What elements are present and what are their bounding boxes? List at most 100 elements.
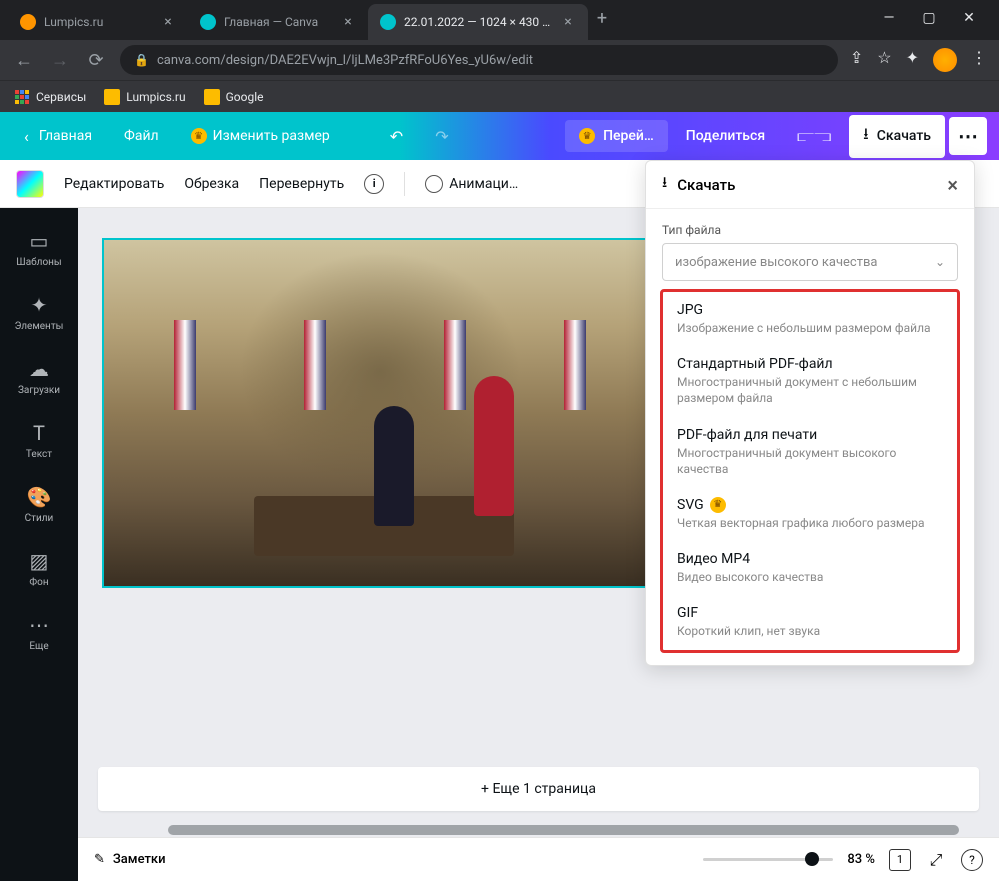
crown-icon: ♛: [579, 128, 595, 144]
url-text: canva.com/design/DAE2EVwjn_l/ljLMe3PzfRF…: [157, 53, 533, 68]
file-label: Файл: [124, 128, 159, 144]
color-swatch[interactable]: [16, 170, 44, 198]
insights-button[interactable]: ⫍⫎: [783, 118, 845, 154]
download-icon: ⭳: [863, 123, 869, 150]
sidebar-item-uploads[interactable]: ☁Загрузки: [0, 344, 78, 408]
browser-tab[interactable]: Главная — Canva ×: [188, 4, 368, 40]
forward-button[interactable]: →: [48, 48, 72, 72]
canvas-image-content: [104, 240, 656, 586]
address-bar[interactable]: 🔒 canva.com/design/DAE2EVwjn_l/ljLMe3Pzf…: [120, 45, 838, 75]
slider-thumb[interactable]: [805, 852, 819, 866]
edit-image-button[interactable]: Редактировать: [64, 176, 164, 192]
share-label: Поделиться: [686, 128, 765, 144]
page-grid-button[interactable]: 1: [889, 849, 911, 871]
sidebar-item-templates[interactable]: ▭Шаблоны: [0, 216, 78, 280]
animate-icon: [425, 175, 443, 193]
undo-icon: ↶: [390, 127, 403, 146]
zoom-slider[interactable]: [703, 858, 833, 861]
help-button[interactable]: ?: [961, 849, 983, 871]
extensions-icon[interactable]: ✦: [906, 48, 919, 72]
tab-favicon: [20, 14, 36, 30]
templates-icon: ▭: [30, 229, 49, 253]
file-type-option[interactable]: GIF Короткий клип, нет звука: [663, 595, 957, 649]
profile-avatar[interactable]: [933, 48, 957, 72]
sidebar-item-text[interactable]: TТекст: [0, 408, 78, 472]
reload-button[interactable]: ⟳: [84, 48, 108, 72]
home-button[interactable]: ‹ Главная: [12, 119, 104, 154]
close-icon[interactable]: ×: [340, 14, 356, 30]
tab-title: 22.01.2022 — 1024 × 430 пикс: [404, 15, 552, 29]
share-button[interactable]: Поделиться: [672, 120, 779, 152]
bookmark-label: Сервисы: [36, 90, 86, 104]
chevron-down-icon: ⌄: [935, 255, 945, 269]
share-icon[interactable]: ⇪: [850, 48, 863, 72]
editor-footer: ✎ Заметки 83 % 1 ⤢ ?: [78, 837, 999, 881]
file-type-option[interactable]: Видео MP4 Видео высокого качества: [663, 541, 957, 595]
palette-icon: 🎨: [27, 485, 52, 509]
upgrade-button[interactable]: ♛ Перей…: [565, 120, 668, 152]
resize-button[interactable]: ♛ Изменить размер: [179, 120, 342, 152]
sidebar-item-background[interactable]: ▨Фон: [0, 536, 78, 600]
file-type-option[interactable]: Стандартный PDF-файл Многостраничный док…: [663, 346, 957, 416]
info-icon[interactable]: i: [364, 174, 384, 194]
bookmark-apps[interactable]: Сервисы: [14, 89, 86, 105]
close-icon[interactable]: ×: [560, 14, 576, 30]
tab-title: Lumpics.ru: [44, 15, 152, 29]
flip-button[interactable]: Перевернуть: [259, 176, 344, 192]
browser-tab[interactable]: Lumpics.ru ×: [8, 4, 188, 40]
file-menu[interactable]: Файл: [112, 120, 171, 152]
file-type-option[interactable]: SVG ♛ Четкая векторная графика любого ра…: [663, 487, 957, 541]
fullscreen-button[interactable]: ⤢: [925, 849, 947, 871]
redo-button[interactable]: ↷: [423, 119, 460, 154]
close-window-button[interactable]: ✕: [955, 4, 983, 32]
notes-button[interactable]: ✎ Заметки: [94, 852, 166, 867]
titlebar: Lumpics.ru × Главная — Canva × 22.01.202…: [0, 0, 999, 40]
folder-icon: [204, 89, 220, 105]
sidebar-item-more[interactable]: ⋯Еще: [0, 600, 78, 664]
app-header: ‹ Главная Файл ♛ Изменить размер ↶ ↷ ♛ П…: [0, 112, 999, 160]
download-icon: ⭳: [662, 172, 667, 197]
crop-button[interactable]: Обрезка: [184, 176, 239, 192]
side-panel: ▭Шаблоны ✦Элементы ☁Загрузки TТекст 🎨Сти…: [0, 208, 78, 881]
minimize-button[interactable]: —: [875, 4, 903, 32]
back-button[interactable]: ←: [12, 48, 36, 72]
add-page-button[interactable]: + Еще 1 страница: [98, 767, 979, 811]
sidebar-item-styles[interactable]: 🎨Стили: [0, 472, 78, 536]
animate-button[interactable]: Анимаци…: [425, 175, 518, 193]
home-label: Главная: [39, 128, 92, 144]
file-type-option[interactable]: PDF-файл для печати Многостраничный доку…: [663, 417, 957, 487]
zoom-value: 83 %: [847, 852, 875, 867]
sidebar-item-elements[interactable]: ✦Элементы: [0, 280, 78, 344]
close-panel-button[interactable]: ×: [947, 173, 958, 197]
bookmark-icon[interactable]: ☆: [877, 48, 891, 72]
more-button[interactable]: ⋯: [949, 117, 987, 155]
lock-icon: 🔒: [134, 53, 149, 67]
upgrade-label: Перей…: [603, 128, 654, 144]
folder-icon: [104, 89, 120, 105]
bookmarks-bar: Сервисы Lumpics.ru Google: [0, 80, 999, 112]
tab-strip: Lumpics.ru × Главная — Canva × 22.01.202…: [8, 4, 867, 40]
browser-tab-active[interactable]: 22.01.2022 — 1024 × 430 пикс ×: [368, 4, 588, 40]
download-panel-header: ⭳ Скачать ×: [646, 161, 974, 209]
download-button[interactable]: ⭳ Скачать: [849, 115, 945, 158]
undo-button[interactable]: ↶: [378, 119, 415, 154]
apps-icon: [14, 89, 30, 105]
close-icon[interactable]: ×: [160, 14, 176, 30]
bookmark-item[interactable]: Google: [204, 89, 264, 105]
file-type-select[interactable]: изображение высокого качества ⌄: [662, 243, 958, 281]
scrollbar-thumb[interactable]: [168, 825, 959, 835]
crown-icon: ♛: [191, 128, 207, 144]
file-type-option[interactable]: JPG Изображение с небольшим размером фай…: [663, 292, 957, 346]
cloud-icon: ☁: [29, 357, 49, 381]
horizontal-scrollbar[interactable]: [78, 823, 999, 837]
chevron-left-icon: ‹: [24, 127, 29, 146]
bookmark-item[interactable]: Lumpics.ru: [104, 89, 185, 105]
separator: [404, 172, 405, 196]
tab-title: Главная — Canva: [224, 15, 332, 29]
design-canvas[interactable]: [102, 238, 658, 588]
browser-menu-icon[interactable]: ⋮: [971, 48, 987, 72]
file-type-label: Тип файла: [646, 209, 974, 243]
maximize-button[interactable]: ▢: [915, 4, 943, 32]
select-hint: изображение высокого качества: [675, 255, 877, 270]
new-tab-button[interactable]: +: [588, 4, 616, 32]
